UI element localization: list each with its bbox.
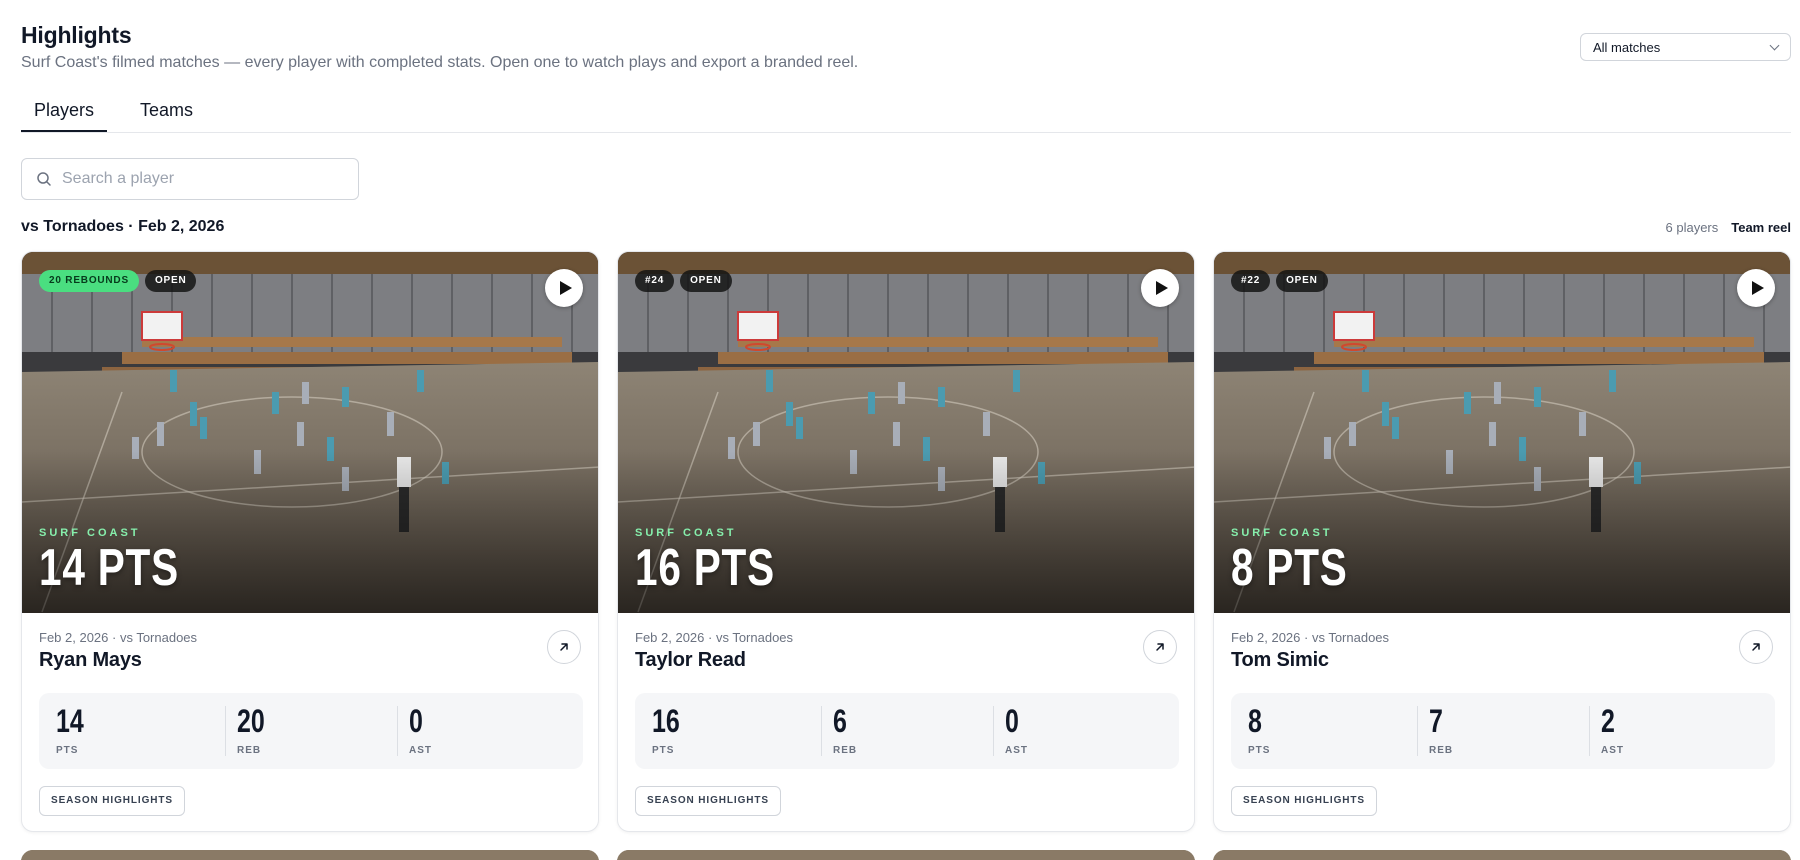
play-button[interactable]	[545, 269, 583, 307]
match-meta: Feb 2, 2026 · vs Tornadoes	[635, 630, 794, 645]
tab-players[interactable]: Players	[21, 100, 108, 132]
stat-value: 6	[833, 703, 847, 739]
next-card-peek[interactable]	[617, 850, 1195, 860]
stat-panel: 16 PTS 6 REB 0 AST	[635, 693, 1179, 769]
stat-value: 16	[652, 703, 680, 739]
section-actions: 6 players Team reel	[1666, 220, 1792, 235]
badge-row: #24 OPEN	[635, 270, 732, 292]
next-card-peek[interactable]	[21, 850, 599, 860]
stat-divider	[821, 706, 822, 756]
video-thumbnail[interactable]: #24 OPEN SURF COAST 16 PTS	[618, 252, 1194, 613]
open-player-button[interactable]	[1143, 630, 1177, 664]
stat-value: 0	[409, 703, 423, 739]
stat-value: 20	[237, 703, 265, 739]
season-highlights-button[interactable]: SEASON HIGHLIGHTS	[1231, 786, 1377, 816]
video-thumbnail[interactable]: #22 OPEN SURF COAST 8 PTS	[1214, 252, 1790, 613]
stat-panel: 14 PTS 20 REB 0 AST	[39, 693, 583, 769]
stat-divider	[225, 706, 226, 756]
stat-label: AST	[1601, 745, 1624, 756]
stat-divider	[993, 706, 994, 756]
player-count: 6 players	[1665, 220, 1719, 235]
page-title: Highlights	[21, 22, 132, 48]
play-icon	[1155, 281, 1168, 295]
player-card[interactable]: #22 OPEN SURF COAST 8 PTS Feb 2, 2026 · …	[1213, 251, 1791, 832]
arrow-up-right-icon	[1752, 643, 1760, 651]
jersey-badge: #24	[635, 270, 675, 292]
points-headline: 14 PTS	[39, 539, 179, 597]
stat-divider	[397, 706, 398, 756]
stat-label: AST	[1005, 745, 1028, 756]
stat-badge: 20 REBOUNDS	[39, 270, 139, 292]
player-search[interactable]	[21, 158, 359, 200]
points-headline: 16 PTS	[635, 539, 775, 597]
match-section-title: vs Tornadoes · Feb 2, 2026	[21, 218, 225, 235]
stat-value: 0	[1005, 703, 1019, 739]
team-reel-link[interactable]: Team reel	[1731, 220, 1791, 235]
next-card-peek[interactable]	[1213, 850, 1791, 860]
player-card[interactable]: #24 OPEN SURF COAST 16 PTS Feb 2, 2026 ·…	[617, 251, 1195, 832]
points-headline: 8 PTS	[1231, 539, 1348, 597]
thumbnail-peek	[21, 850, 599, 860]
player-card[interactable]: 20 REBOUNDS OPEN SURF COAST 14 PTS Feb 2…	[21, 251, 599, 832]
stat-label: AST	[409, 745, 432, 756]
match-meta: Feb 2, 2026 · vs Tornadoes	[1231, 630, 1390, 645]
stat-label: REB	[237, 745, 262, 756]
stat-value: 2	[1601, 703, 1615, 739]
page-subtitle: Surf Coast's filmed matches — every play…	[21, 54, 859, 71]
search-icon	[37, 172, 51, 186]
badge-row: #22 OPEN	[1231, 270, 1328, 292]
jersey-badge: #22	[1231, 270, 1271, 292]
thumbnail-peek	[617, 850, 1195, 860]
match-filter-value: All matches	[1593, 39, 1661, 55]
search-input[interactable]	[62, 170, 332, 188]
player-name: Tom Simic	[1231, 649, 1329, 671]
stat-value: 7	[1429, 703, 1443, 739]
status-badge: OPEN	[1276, 270, 1328, 292]
stat-value: 14	[56, 703, 84, 739]
video-thumbnail[interactable]: 20 REBOUNDS OPEN SURF COAST 14 PTS	[22, 252, 598, 613]
player-name: Taylor Read	[635, 649, 746, 671]
stat-label: PTS	[56, 745, 79, 756]
season-highlights-button[interactable]: SEASON HIGHLIGHTS	[635, 786, 781, 816]
stat-label: PTS	[1248, 745, 1271, 756]
stat-divider	[1417, 706, 1418, 756]
arrow-up-right-icon	[560, 643, 568, 651]
status-badge: OPEN	[144, 270, 197, 292]
play-icon	[559, 281, 572, 295]
stat-panel: 8 PTS 7 REB 2 AST	[1231, 693, 1775, 769]
thumbnail-peek	[1213, 850, 1791, 860]
stat-label: PTS	[652, 745, 675, 756]
chevron-down-icon	[1769, 40, 1780, 50]
stat-value: 8	[1248, 703, 1262, 739]
open-player-button[interactable]	[547, 630, 581, 664]
play-icon	[1751, 281, 1764, 295]
open-player-button[interactable]	[1739, 630, 1773, 664]
play-button[interactable]	[1737, 269, 1775, 307]
match-filter-select[interactable]: All matches	[1580, 33, 1791, 61]
stat-label: REB	[833, 745, 858, 756]
tab-teams[interactable]: Teams	[127, 100, 206, 132]
season-highlights-button[interactable]: SEASON HIGHLIGHTS	[39, 786, 185, 816]
play-button[interactable]	[1141, 269, 1179, 307]
page-header: Highlights Surf Coast's filmed matches —…	[21, 22, 858, 72]
badge-row: 20 REBOUNDS OPEN	[39, 270, 197, 292]
stat-label: REB	[1429, 745, 1454, 756]
match-meta: Feb 2, 2026 · vs Tornadoes	[39, 630, 198, 645]
player-name: Ryan Mays	[39, 649, 142, 671]
status-badge: OPEN	[680, 270, 732, 292]
arrow-up-right-icon	[1156, 643, 1164, 651]
tab-bar: Players Teams	[21, 96, 1791, 133]
stat-divider	[1589, 706, 1590, 756]
